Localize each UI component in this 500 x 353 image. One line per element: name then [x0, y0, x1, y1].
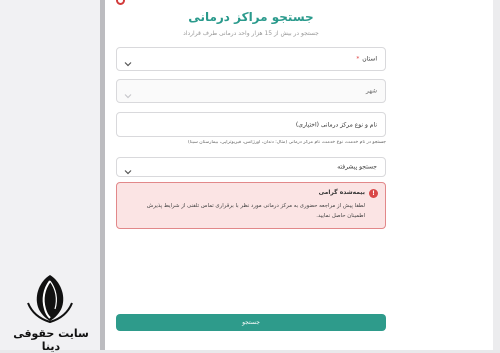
city-label: شهر: [365, 87, 377, 95]
city-select[interactable]: شهر: [116, 79, 386, 103]
notice-alert: ! بیمه‌شده گرامی لطفا پیش از مراجعه حضور…: [116, 182, 386, 229]
province-select[interactable]: استان *: [116, 47, 386, 71]
quill-logo-icon: [22, 273, 78, 324]
search-hint: جستجو در نام خدمت، نوع خدمت، نام مرکز در…: [188, 140, 386, 145]
alert-icon: !: [369, 189, 378, 198]
page-subtitle: جستجو در بیش از 15 هزار واحد درمانی طرف …: [183, 30, 319, 37]
chevron-down-icon: [123, 162, 133, 175]
center-name-input[interactable]: نام و نوع مرکز درمانی (اختیاری): [116, 112, 386, 137]
right-background: [493, 0, 500, 350]
province-label: استان *: [356, 55, 377, 63]
alert-title: بیمه‌شده گرامی: [318, 189, 365, 196]
advanced-search-label: جستجو پیشرفته: [337, 163, 377, 171]
watermark-name: سایت حقوقی دینا: [13, 327, 89, 353]
chevron-down-icon: [123, 54, 133, 67]
required-star: *: [356, 55, 360, 63]
insurer-logo-ring-icon: [116, 0, 125, 5]
advanced-search-toggle[interactable]: جستجو پیشرفته: [116, 157, 386, 177]
alert-body: لطفا پیش از مراجعه حضوری به مرکز درمانی …: [146, 203, 365, 219]
watermark-brand: سایت حقوقی دینا: [4, 273, 98, 353]
chevron-down-icon: [123, 86, 133, 99]
insurer-logo: [116, 0, 156, 8]
center-name-placeholder: نام و نوع مرکز درمانی (اختیاری): [295, 121, 377, 128]
search-button[interactable]: جستجو: [116, 314, 386, 331]
page-title: جستجو مراکز درمانی: [188, 10, 314, 24]
